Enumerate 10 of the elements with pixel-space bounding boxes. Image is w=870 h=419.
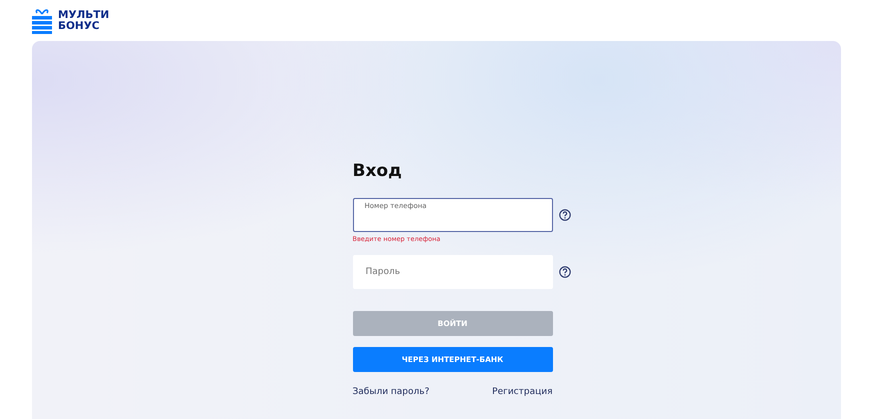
form-title: Вход: [352, 161, 403, 181]
forgot-password-link[interactable]: Забыли пароль?: [352, 387, 430, 397]
register-link[interactable]: Регистрация: [492, 387, 552, 397]
help-icon[interactable]: [558, 209, 570, 221]
logo-text: БОНУС: [58, 20, 101, 32]
password-field[interactable]: Пароль: [352, 255, 552, 289]
phone-field[interactable]: [352, 198, 552, 232]
gift-icon: [32, 8, 52, 34]
logo-text: МУЛЬТИ: [58, 10, 110, 20]
help-icon[interactable]: [558, 266, 570, 278]
